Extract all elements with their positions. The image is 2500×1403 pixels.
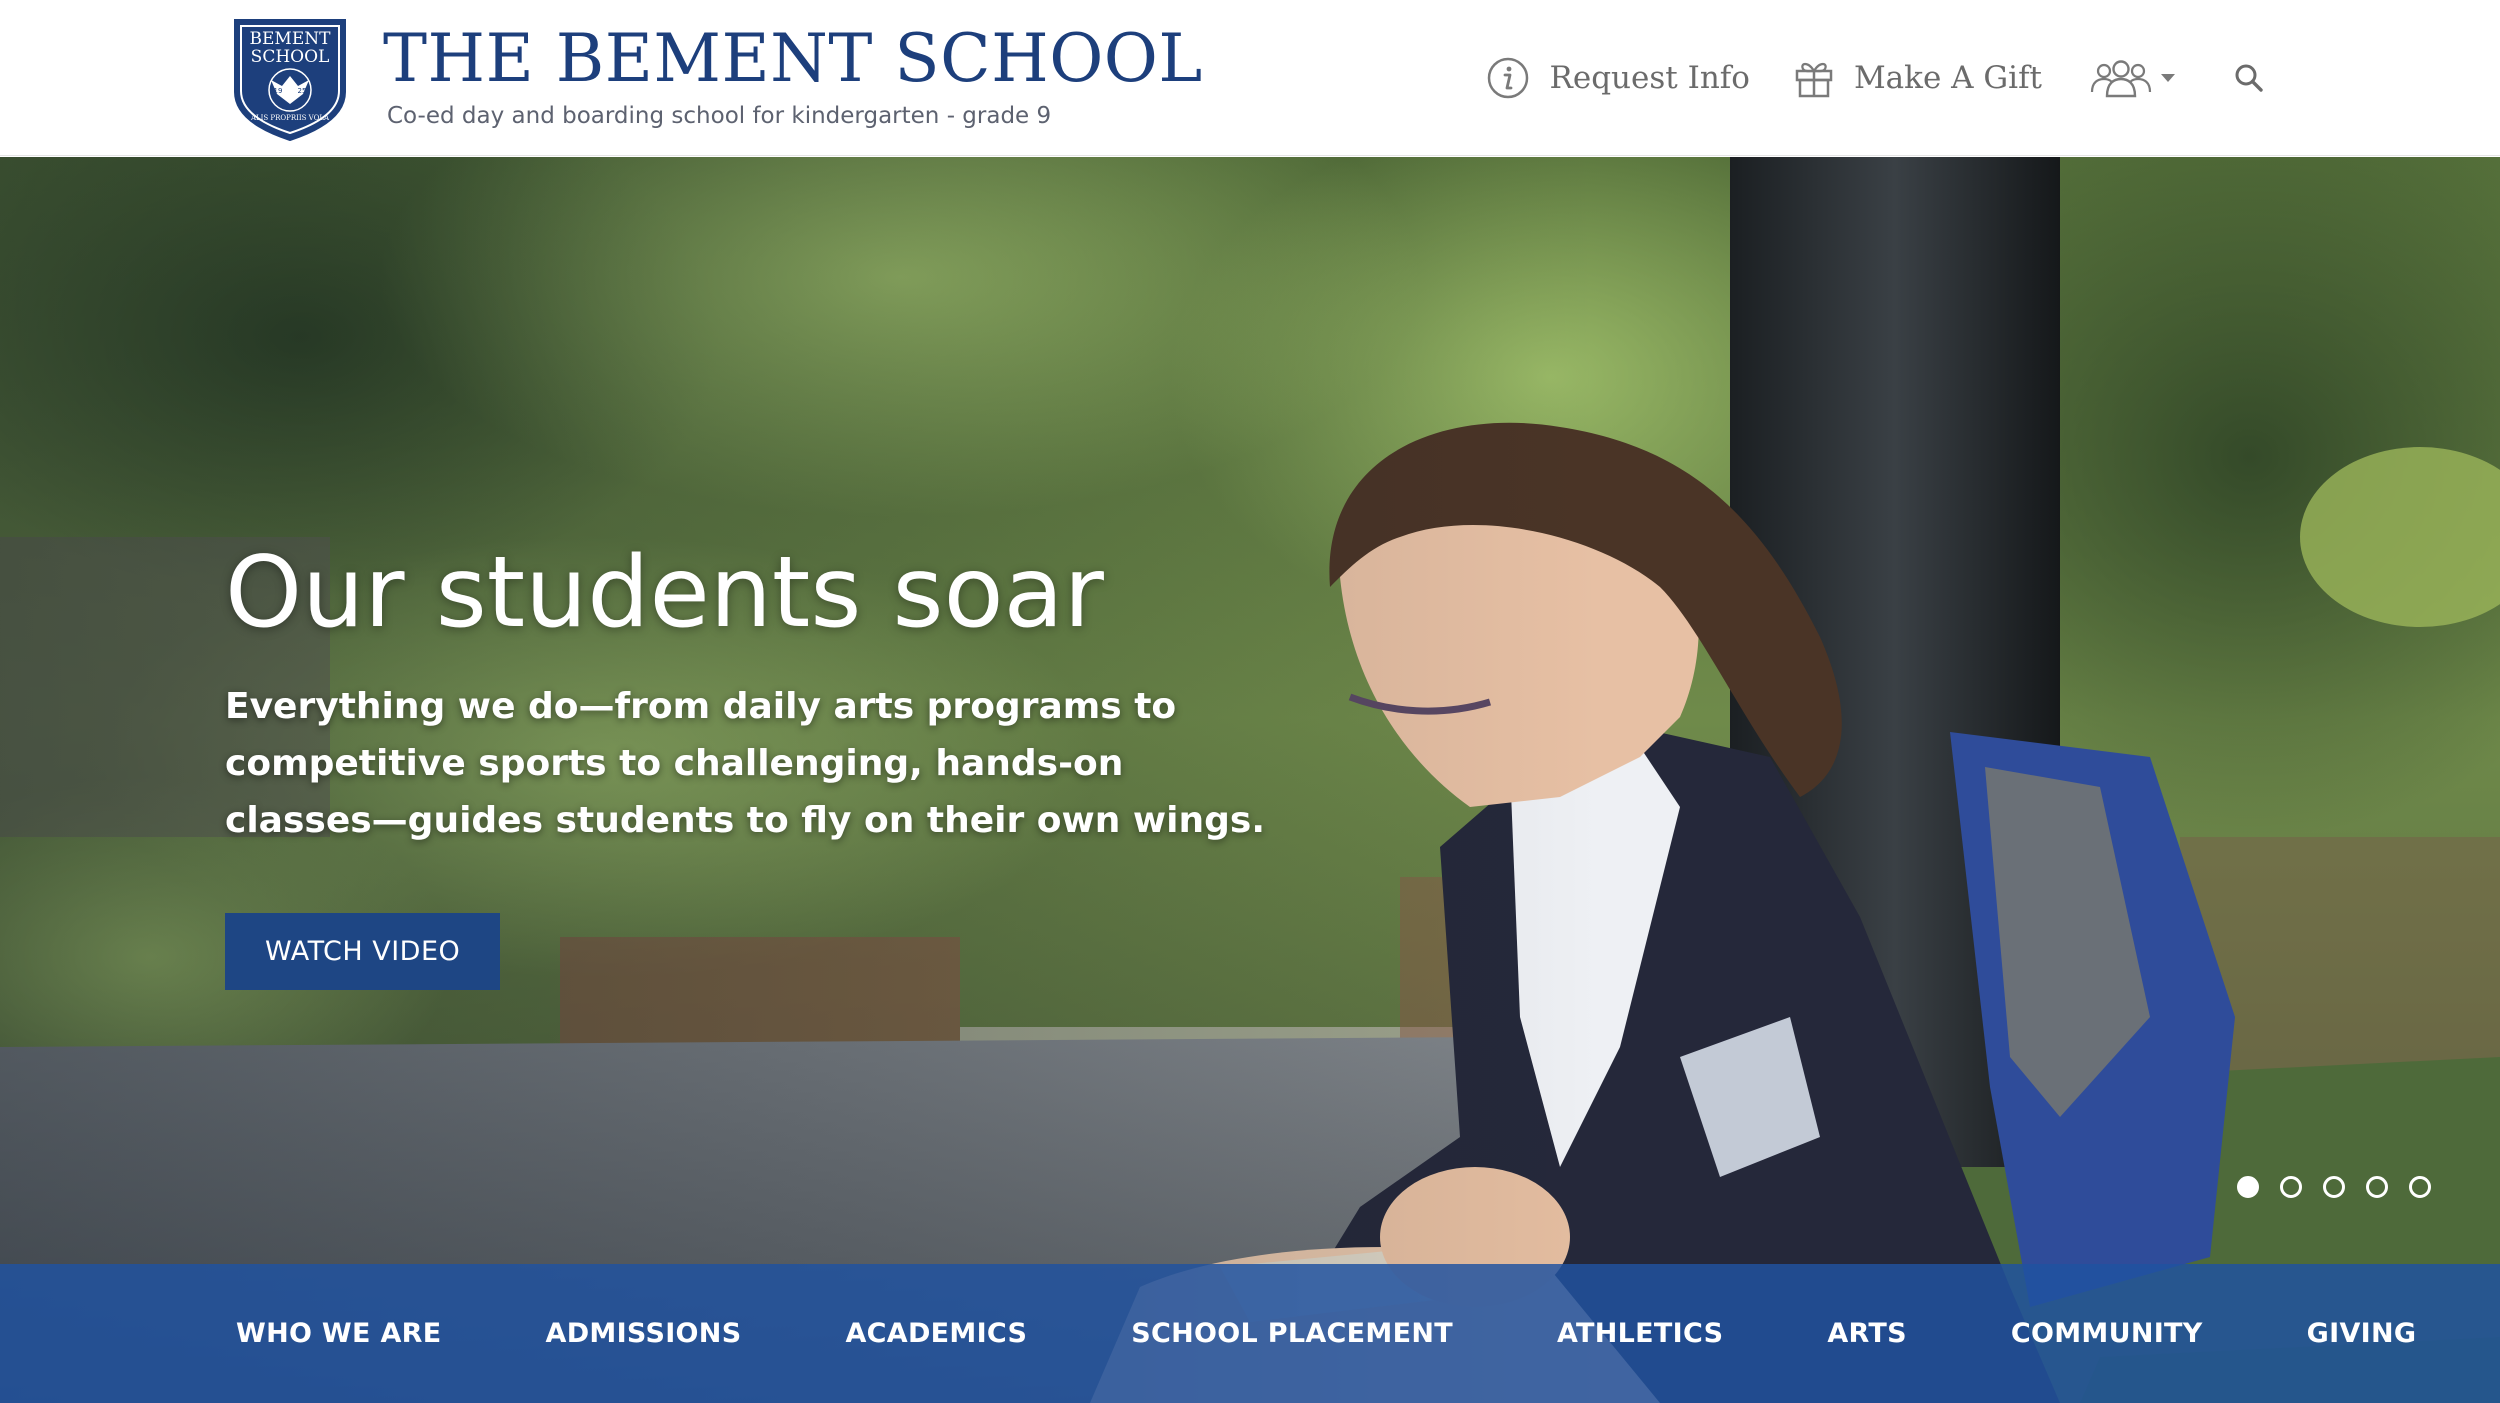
info-icon	[1487, 57, 1528, 99]
nav-item-admissions[interactable]: ADMISSIONS	[546, 1318, 742, 1349]
school-crest-icon: BEMENT SCHOOL 19 25 ALIS PROPRIIS VOLA	[234, 19, 346, 142]
search-button[interactable]	[2234, 63, 2264, 93]
site-title: THE BEMENT SCHOOL	[383, 20, 1203, 97]
chevron-down-icon	[2161, 74, 2175, 82]
site-logo-link[interactable]: BEMENT SCHOOL 19 25 ALIS PROPRIIS VOLA T…	[225, 14, 1203, 144]
site-header: BEMENT SCHOOL 19 25 ALIS PROPRIIS VOLA T…	[0, 0, 2500, 156]
community-menu-toggle[interactable]	[2090, 58, 2176, 98]
nav-item-athletics[interactable]: ATHLETICS	[1557, 1318, 1723, 1349]
make-a-gift-label: Make A Gift	[1853, 60, 2042, 96]
request-info-label: Request Info	[1549, 60, 1750, 96]
watch-video-button[interactable]: WATCH VIDEO	[225, 912, 501, 990]
svg-text:ALIS PROPRIIS VOLA: ALIS PROPRIIS VOLA	[250, 114, 330, 122]
main-nav-list: WHO WE ARE ADMISSIONS ACADEMICS SCHOOL P…	[236, 1264, 2416, 1403]
hero-carousel: Our students soar Everything we do—from …	[0, 157, 2500, 1403]
carousel-dot-3[interactable]	[2323, 1176, 2345, 1198]
request-info-link[interactable]: Request Info	[1486, 56, 1750, 100]
carousel-dots	[2237, 1176, 2452, 1198]
gift-icon	[1795, 62, 1833, 98]
utility-nav: Request Info Make A Gift	[1486, 50, 2500, 106]
nav-item-arts[interactable]: ARTS	[1827, 1318, 1907, 1349]
carousel-dot-1[interactable]	[2237, 1176, 2259, 1198]
carousel-dot-2[interactable]	[2280, 1176, 2302, 1198]
nav-item-giving[interactable]: GIVING	[2307, 1318, 2417, 1349]
brand-text: THE BEMENT SCHOOL Co-ed day and boarding…	[383, 20, 1203, 130]
carousel-dot-4[interactable]	[2366, 1176, 2388, 1198]
hero-copy: Our students soar Everything we do—from …	[225, 536, 1325, 990]
nav-item-school-placement[interactable]: SCHOOL PLACEMENT	[1131, 1318, 1453, 1349]
site-tagline: Co-ed day and boarding school for kinder…	[387, 103, 1052, 130]
make-a-gift-link[interactable]: Make A Gift	[1794, 57, 2042, 99]
svg-text:19: 19	[274, 87, 283, 95]
community-icon	[2090, 60, 2152, 98]
nav-item-academics[interactable]: ACADEMICS	[845, 1318, 1027, 1349]
nav-item-community[interactable]: COMMUNITY	[2011, 1318, 2203, 1349]
svg-text:BEMENT: BEMENT	[250, 29, 332, 49]
svg-text:25: 25	[298, 87, 307, 95]
nav-item-who-we-are[interactable]: WHO WE ARE	[236, 1318, 442, 1349]
search-icon	[2235, 64, 2263, 92]
hero-heading: Our students soar	[225, 536, 1104, 650]
hero-body: Everything we do—from daily arts program…	[225, 685, 1265, 841]
carousel-dot-5[interactable]	[2409, 1176, 2431, 1198]
svg-text:SCHOOL: SCHOOL	[251, 47, 330, 67]
main-nav: WHO WE ARE ADMISSIONS ACADEMICS SCHOOL P…	[0, 1264, 2500, 1403]
